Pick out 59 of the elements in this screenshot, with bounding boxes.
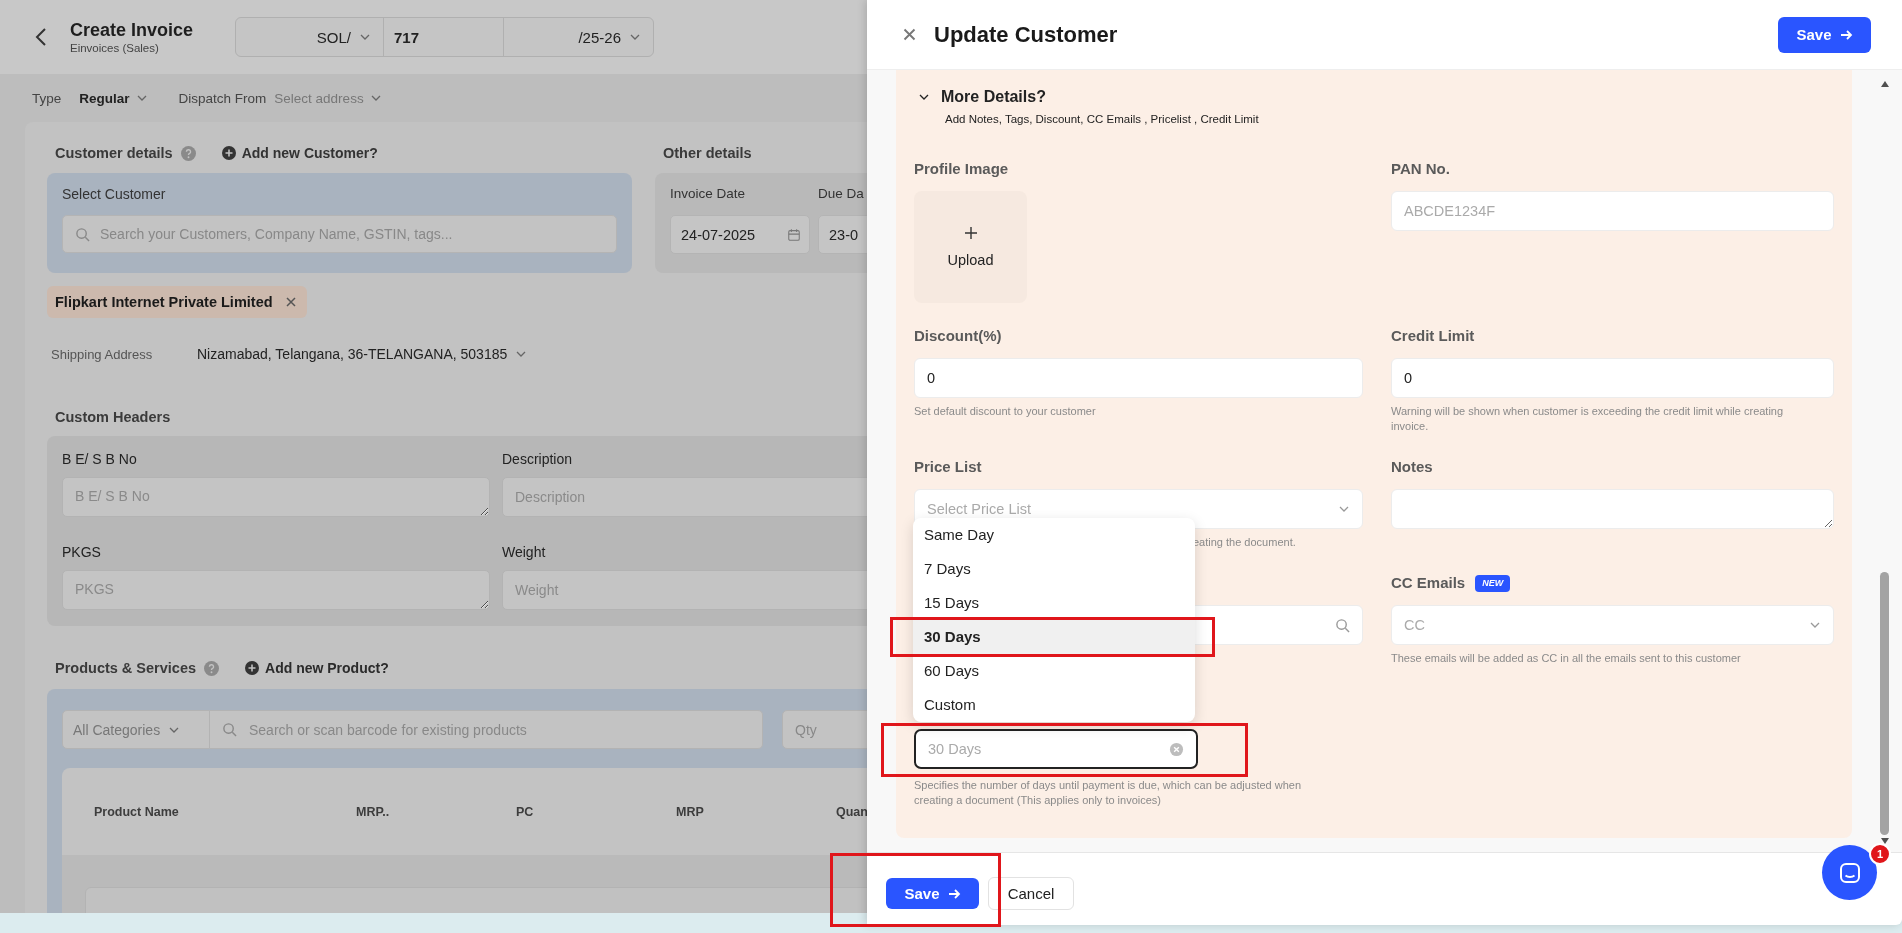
qty-field[interactable]: Qty [782,710,867,749]
section-heading: Customer details [55,145,173,161]
column-header: PC [516,804,535,819]
helper-text: Set default discount to your customer [914,404,1097,419]
page-subtitle: Einvoices (Sales) [70,41,160,55]
field-label: B E/ S B No [62,450,138,469]
helper-text: Warning will be shown when customer is exceeding the credit limit while creating invoice. [1391,404,1785,434]
customer-chip[interactable]: Flipkart Internet Private Limited [47,286,307,318]
dispatch-label: Dispatch From [178,90,267,106]
field-label: Credit Limit [1391,326,1475,346]
page-title: Create Invoice [70,19,195,41]
helper-text: These emails will be added as CC in all the emails sent to this customer [1391,651,1742,666]
section-heading: Custom Headers [55,409,171,425]
add-customer-link[interactable]: Add new Customer? [221,145,378,161]
field-label: Discount(%) [914,326,1002,346]
field-label: Select Customer [62,185,167,204]
text-area[interactable]: B E/ S B No [62,477,490,517]
more-details-toggle[interactable]: More Details? [914,86,1834,108]
field-label: Invoice Date [670,185,747,203]
field-label: Notes [1391,457,1433,477]
field-label: PAN No. [1391,159,1450,179]
type-select[interactable]: Regular [79,90,148,106]
save-button[interactable]: Save [886,878,979,909]
upload-button[interactable]: Upload [914,191,1027,303]
field-label: Price List [914,457,982,477]
new-badge: NEW [1475,574,1511,592]
dropdown-option[interactable]: 30 Days [913,620,1195,654]
column-header: Product Name [94,804,180,819]
section-heading: Products & Services [55,660,197,676]
cancel-button[interactable]: Cancel [988,877,1074,910]
dropdown-option[interactable]: 60 Days [913,654,1195,688]
field-label: Profile Image [914,159,1009,179]
input-field[interactable]: Description [502,477,867,517]
section-heading: Other details [663,145,752,161]
dropdown-option[interactable]: 15 Days [913,586,1195,620]
input-field[interactable]: Weight [502,570,867,610]
type-label: Type [32,90,62,106]
shipping-address-select[interactable]: Nizamabad, Telangana, 36-TELANGANA, 503185 [197,346,528,362]
column-header: Quan [836,804,867,819]
date-field[interactable]: 23-0 [818,215,867,254]
text-area[interactable]: PKGS [62,570,490,610]
input-field[interactable]: 0 [914,358,1363,398]
date-field[interactable]: 24-07-2025 [670,215,810,254]
panel-title: Update Customer [934,21,1119,48]
field-label: PKGS [62,543,102,562]
field-label: Weight [502,543,547,562]
field-label: Due Da [818,185,865,203]
column-header: MRP [676,804,705,819]
helper-text: Specifies the number of days until payment is due, which can be adjusted when creating a document (This applies only to invoices) [914,778,1303,808]
dropdown-option[interactable]: Custom [913,688,1195,722]
shipping-label: Shipping Address [51,346,154,362]
field-label: CC Emails [1391,573,1466,593]
input-field[interactable]: 0 [1391,358,1834,398]
add-product-link[interactable]: Add new Product? [245,660,389,676]
save-button[interactable]: Save [1778,16,1871,53]
field-label: Description [502,450,574,469]
column-header: MRP.. [356,804,391,819]
dropdown-option[interactable]: 7 Days [913,552,1195,586]
section-subtitle: Add Notes, Tags, Discount, CC Emails , Pricelist , Credit Limit [945,112,1260,126]
